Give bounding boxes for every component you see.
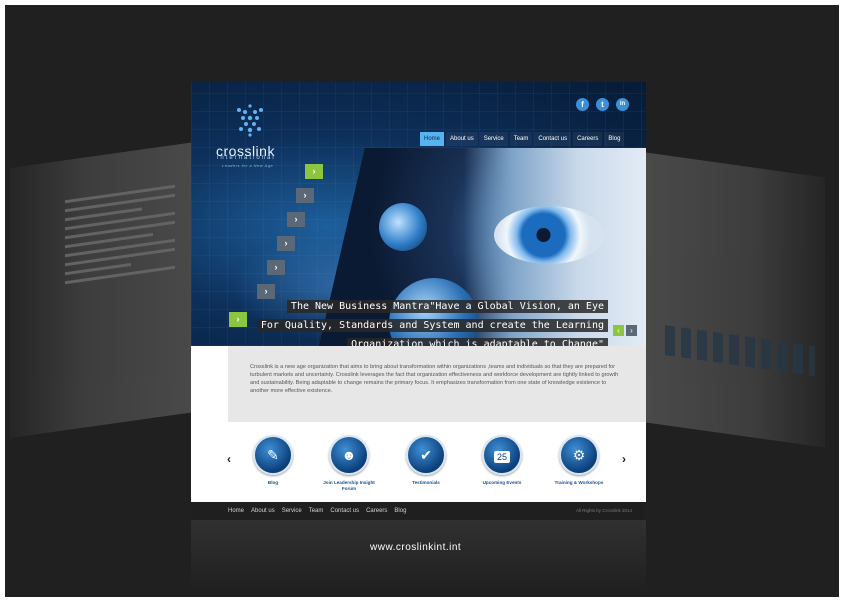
service-blog[interactable]: ✎ Blog <box>243 435 303 486</box>
copyright: All Rights by Crosslink 2014 <box>575 508 632 513</box>
slide-thumb-7[interactable]: › <box>229 312 247 327</box>
caption-line-3: Organization which is adaptable to Chang… <box>347 338 608 346</box>
nav-home[interactable]: Home <box>420 132 445 146</box>
gear-group-icon: ⚙ <box>559 435 599 475</box>
slide-thumb-5[interactable]: › <box>267 260 285 275</box>
footer-link-service[interactable]: Service <box>282 502 302 520</box>
service-label: Join Leadership Insight Forum <box>323 480 375 491</box>
twitter-icon[interactable]: t <box>596 98 609 111</box>
nav-about[interactable]: About us <box>446 132 478 146</box>
slide-planet <box>379 203 427 251</box>
site-url: www.croslinkint.int <box>370 542 462 553</box>
about-section: Crosslink is a new age organization that… <box>191 346 646 422</box>
services-next-button[interactable]: › <box>622 452 626 466</box>
footer: Home About us Service Team Contact us Ca… <box>191 502 646 520</box>
nav-careers[interactable]: Careers <box>573 132 603 146</box>
caption-line-1: The New Business Mantra"Have a Global Vi… <box>286 300 608 313</box>
nav-blog[interactable]: Blog <box>604 132 625 146</box>
calendar-day: 25 <box>494 451 510 463</box>
service-testimonials[interactable]: ✔ Testimonials <box>396 435 456 486</box>
services-prev-button[interactable]: ‹ <box>227 452 231 466</box>
nav-contact[interactable]: Contact us <box>534 132 572 146</box>
caption-line-2: For Quality, Standards and System and cr… <box>256 319 608 332</box>
nav-service[interactable]: Service <box>479 132 508 146</box>
main-nav: Home About us Service Team Contact us Ca… <box>420 132 626 146</box>
slide-thumb-3[interactable]: › <box>287 212 305 227</box>
slide-thumb-4[interactable]: › <box>277 236 295 251</box>
slide-thumb-2[interactable]: › <box>296 188 314 203</box>
service-label: Upcoming Events <box>482 480 522 485</box>
footer-link-about[interactable]: About us <box>251 502 275 520</box>
group-icon: ☻ <box>329 435 369 475</box>
mockup-reflection <box>191 520 646 590</box>
background-page-right <box>645 152 825 448</box>
background-page-left <box>10 141 195 439</box>
service-label: Training & Workshops <box>554 480 604 485</box>
testimonial-icon: ✔ <box>406 435 446 475</box>
service-label: Testimonials <box>412 480 440 485</box>
website-mockup: crosslink international Leaders for a Ne… <box>191 82 646 520</box>
header-hero: crosslink international Leaders for a Ne… <box>191 82 646 346</box>
service-label: Blog <box>267 480 279 485</box>
service-training[interactable]: ⚙ Training & Workshops <box>549 435 609 486</box>
nav-team[interactable]: Team <box>509 132 533 146</box>
about-text: Crosslink is a new age organization that… <box>250 364 619 394</box>
slider-next-button[interactable]: › <box>626 325 637 336</box>
slide-thumb-1[interactable]: › <box>305 164 323 179</box>
about-box: Crosslink is a new age organization that… <box>228 346 646 422</box>
footer-link-careers[interactable]: Careers <box>366 502 387 520</box>
footer-link-blog[interactable]: Blog <box>394 502 406 520</box>
footer-link-team[interactable]: Team <box>309 502 324 520</box>
footer-links: Home About us Service Team Contact us Ca… <box>228 502 413 520</box>
linkedin-icon[interactable]: in <box>616 98 629 111</box>
service-leadership-forum[interactable]: ☻ Join Leadership Insight Forum <box>319 435 379 492</box>
footer-link-contact[interactable]: Contact us <box>330 502 359 520</box>
slide-eye <box>494 206 604 264</box>
services-carousel: ‹ › ✎ Blog ☻ Join Leadership Insight For… <box>191 422 646 502</box>
blog-icon: ✎ <box>253 435 293 475</box>
calendar-icon: 25 <box>482 435 522 475</box>
footer-link-home[interactable]: Home <box>228 502 244 520</box>
facebook-icon[interactable]: f <box>576 98 589 111</box>
slider-prev-button[interactable]: ‹ <box>613 325 624 336</box>
service-upcoming-events[interactable]: 25 Upcoming Events <box>472 435 532 486</box>
hero-caption: The New Business Mantra"Have a Global Vi… <box>256 296 608 346</box>
